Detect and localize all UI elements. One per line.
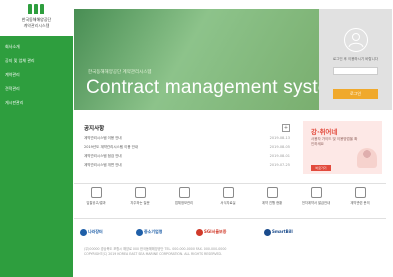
quick-link-label: 계약 진행 현황: [261, 201, 283, 205]
banner-button[interactable]: 바로가기: [311, 165, 331, 171]
edit-icon: [354, 187, 366, 198]
partner-logo-icon: [196, 228, 203, 236]
sidebar-item-contract[interactable]: 계약관리: [0, 68, 73, 82]
notice-row-date: 2019-07-25: [269, 163, 290, 167]
hero-subtitle: 한국동해해양공단 계약관리시스템: [88, 70, 152, 75]
partner-logo-icon: [80, 228, 87, 236]
guide-banner[interactable]: 강·취어네 사용자 가이드 및 이용방법을 확인하세요 바로가기: [303, 121, 382, 174]
notice-board: 공지사항 + 계약관리시스템 이용 안내 2019-08-13 2019년도 계…: [84, 121, 298, 174]
report-icon: [266, 187, 278, 198]
footer-copyright: COPYRIGHT(C) 2019 KOREA EAST SEA MARINE …: [84, 252, 223, 256]
quick-link-label: 업체정보관리: [174, 201, 194, 205]
hero-banner: 한국동해해양공단 계약관리시스템 Contract management sys…: [74, 9, 319, 110]
logo[interactable]: 한국동해해양공단 계약관리시스템: [0, 0, 73, 36]
user-avatar-icon: [344, 28, 368, 52]
login-panel: 로그인 후 이용하시기 바랍니다 로그인: [319, 9, 392, 110]
quick-link-label: 자주하는 질문: [130, 201, 150, 205]
partner-logos: 나라장터 중소기업청 SGI서울보증 SmartBill: [74, 224, 386, 239]
partner-logo-sgi[interactable]: SGI서울보증: [196, 226, 226, 237]
notice-row-title[interactable]: 2019년도 계약관리시스템 이용 안내: [84, 144, 138, 151]
partner-logo-icon: [264, 228, 271, 236]
quick-links: 입찰공고/결과 자주하는 질문 업체정보관리 서식자료실 계약 진행 현황 전자…: [74, 183, 386, 219]
quick-link-e-contract[interactable]: 전자계약서 발급안내: [298, 187, 334, 205]
quick-link-inquiry[interactable]: 계약관련 문의: [342, 187, 378, 205]
logo-line1: 한국동해해양공단: [21, 17, 52, 22]
quick-link-forms[interactable]: 서식자료실: [210, 187, 246, 205]
partner-name: 중소기업청: [144, 229, 163, 234]
partner-name: SGI서울보증: [204, 229, 227, 234]
sidebar-item-company[interactable]: 회사소개: [0, 40, 73, 54]
quick-link-company[interactable]: 업체정보관리: [166, 187, 202, 205]
banner-illustration: [357, 148, 377, 168]
quick-link-label: 계약관련 문의: [350, 201, 370, 205]
notice-row-date: 2019-08-13: [269, 136, 290, 140]
notice-row-title[interactable]: 계약관리시스템 개편 안내: [84, 162, 122, 169]
banner-text: 사용자 가이드 및 이용방법을 확인하세요: [311, 137, 358, 146]
logo-mark-icon: [28, 4, 45, 14]
quick-link-label: 서식자료실: [220, 201, 236, 205]
partner-logo-icon: [136, 228, 143, 236]
quick-link-status[interactable]: 계약 진행 현황: [254, 187, 290, 205]
notice-row[interactable]: 계약관리시스템 이용 안내 2019-08-13: [84, 135, 290, 142]
login-button[interactable]: 로그인: [333, 89, 378, 99]
hero-title: Contract management system: [86, 77, 319, 98]
quick-link-label: 전자계약서 발급안내: [301, 201, 331, 205]
user-icon: [90, 187, 102, 198]
partner-logo-smba[interactable]: 중소기업청: [136, 226, 162, 237]
document-icon: [222, 187, 234, 198]
sidebar: 한국동해해양공단 계약관리시스템 회사소개 공지 및 업체 관리 계약관리 견적…: [0, 0, 73, 277]
banner-title: 강·취어네: [311, 128, 338, 136]
notice-row-date: 2019-08-05: [269, 145, 290, 149]
partner-name: SmartBill: [272, 229, 293, 234]
people-icon: [178, 187, 190, 198]
login-input[interactable]: [333, 67, 378, 75]
footer: (우)00000 경상북도 포항시 해양로 000 한국동해해양공단 TEL. …: [84, 247, 384, 257]
quick-link-label: 입찰공고/결과: [86, 201, 106, 205]
notice-row[interactable]: 계약관리시스템 점검 안내 2019-08-01: [84, 153, 290, 160]
notice-row-title[interactable]: 계약관리시스템 이용 안내: [84, 135, 122, 142]
login-message: 로그인 후 이용하시기 바랍니다: [332, 57, 379, 61]
quick-link-bid[interactable]: 입찰공고/결과: [78, 187, 114, 205]
sidebar-item-board[interactable]: 게시판관리: [0, 96, 73, 110]
logo-line2: 계약관리시스템: [23, 23, 50, 28]
notice-more-button[interactable]: +: [282, 124, 290, 132]
notice-row[interactable]: 계약관리시스템 개편 안내 2019-07-25: [84, 162, 290, 169]
quick-link-faq[interactable]: 자주하는 질문: [122, 187, 158, 205]
partner-logo-narajangteo[interactable]: 나라장터: [80, 226, 103, 237]
partner-logo-smartbill[interactable]: SmartBill: [264, 226, 293, 237]
question-icon: [134, 187, 146, 198]
partner-name: 나라장터: [88, 229, 103, 234]
sidebar-menu: 회사소개 공지 및 업체 관리 계약관리 견적관리 게시판관리: [0, 40, 73, 110]
notice-row-date: 2019-08-01: [269, 154, 290, 158]
calculator-icon: [310, 187, 322, 198]
sidebar-item-estimate[interactable]: 견적관리: [0, 82, 73, 96]
notice-row[interactable]: 2019년도 계약관리시스템 이용 안내 2019-08-05: [84, 144, 290, 151]
notice-title: 공지사항: [84, 126, 105, 132]
sidebar-item-notice[interactable]: 공지 및 업체 관리: [0, 54, 73, 68]
notice-row-title[interactable]: 계약관리시스템 점검 안내: [84, 153, 122, 160]
